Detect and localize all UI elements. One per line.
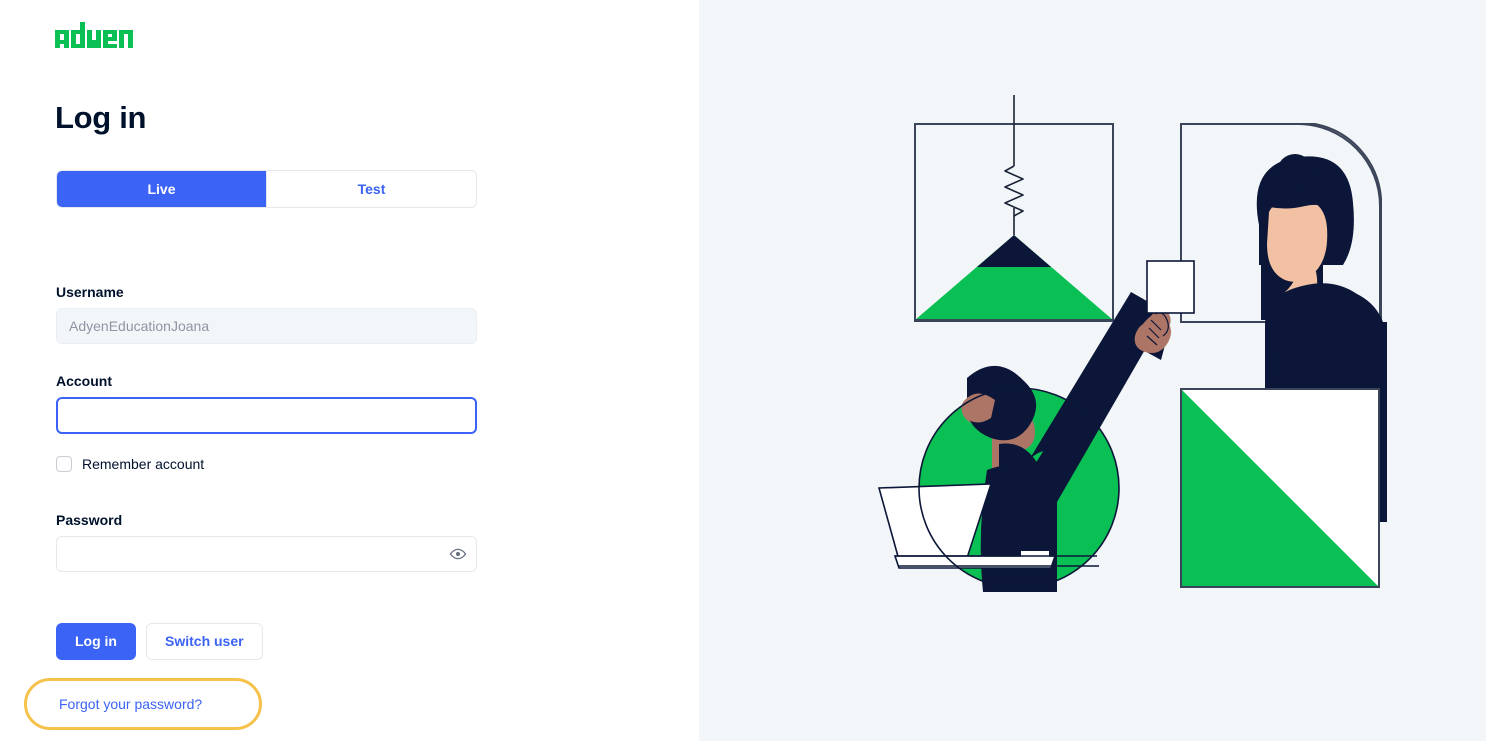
environment-switch[interactable]: Live Test [56,170,477,208]
login-form-panel: Log in Live Test Username Account Rememb… [0,0,699,741]
switch-user-button[interactable]: Switch user [146,623,263,660]
environment-tab-test[interactable]: Test [267,171,476,207]
page-title: Log in [55,100,147,135]
forgot-password-link[interactable]: Forgot your password? [59,695,202,713]
environment-tab-live[interactable]: Live [57,171,266,207]
remember-account-label: Remember account [82,456,205,472]
adyen-logo [55,22,149,48]
password-label: Password [56,512,123,528]
login-actions: Log in Switch user [56,623,263,660]
password-input[interactable] [56,536,477,572]
illustration-panel [699,0,1486,741]
adyen-login-illustration [699,0,1486,741]
username-label: Username [56,284,124,300]
account-input[interactable] [56,397,477,434]
eye-icon[interactable] [447,543,469,565]
account-label: Account [56,373,112,389]
username-input[interactable] [56,308,477,344]
remember-account-checkbox[interactable] [56,456,72,472]
password-field-wrap [56,536,477,572]
remember-account-row[interactable]: Remember account [56,455,204,473]
login-page: Log in Live Test Username Account Rememb… [0,0,1486,741]
forgot-password-highlight: Forgot your password? [24,678,262,730]
login-button[interactable]: Log in [56,623,136,660]
